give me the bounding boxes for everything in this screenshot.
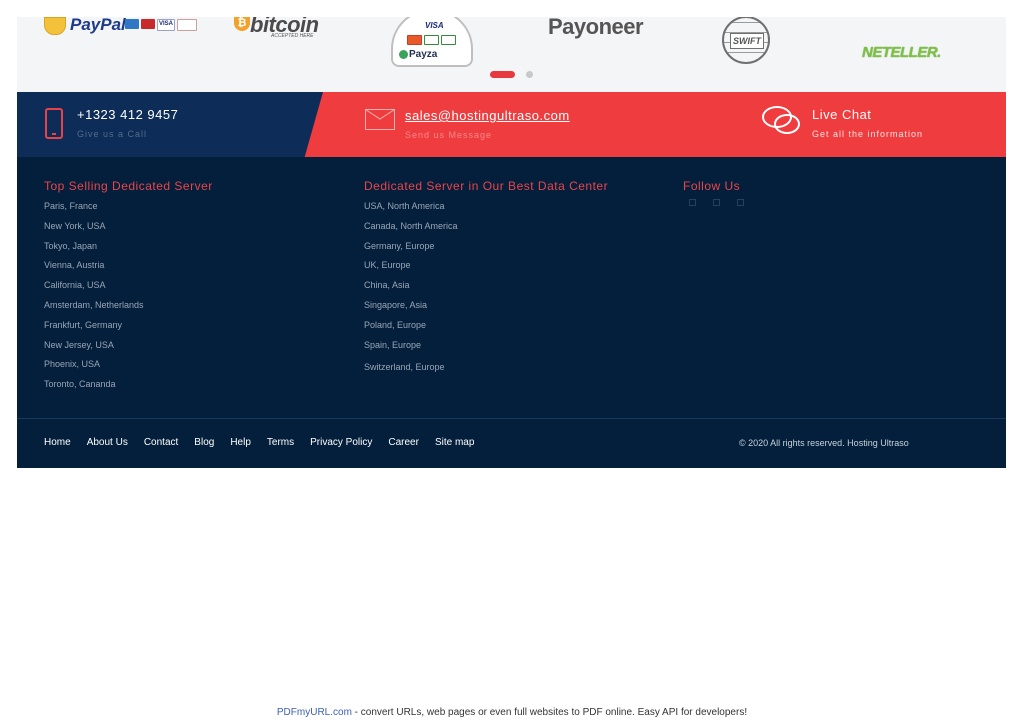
pdfmyurl-link[interactable]: PDFmyURL.com <box>277 707 352 718</box>
footer-link[interactable]: Vienna, Austria <box>44 258 213 278</box>
carousel-dot[interactable] <box>526 71 533 78</box>
neteller-logo: NETELLER. <box>862 44 941 61</box>
footer-divider <box>17 418 1006 419</box>
discover-card-icon <box>177 19 197 31</box>
bitcoin-sub: ACCEPTED HERE <box>271 33 314 39</box>
payza-label: Payza <box>409 49 438 60</box>
paypal-coin-icon <box>44 17 66 35</box>
footer-column-data-center: Dedicated Server in Our Best Data Center… <box>364 179 608 380</box>
copyright-text: © 2020 All rights reserved. Hosting Ultr… <box>739 438 909 448</box>
phone-subtitle: Give us a Call <box>77 129 148 139</box>
footer-link[interactable]: Amsterdam, Netherlands <box>44 298 213 318</box>
pdf-footer-bar: PDFmyURL.com - convert URLs, web pages o… <box>0 707 1024 718</box>
payza-logo: VISA Payza <box>391 17 473 67</box>
paypal-logo: PayPal <box>70 17 126 34</box>
column-title: Top Selling Dedicated Server <box>44 179 213 193</box>
mail-icon <box>365 109 395 130</box>
mini-card-icon <box>407 35 422 45</box>
footer-link[interactable]: Paris, France <box>44 199 213 219</box>
footer-link[interactable]: Phoenix, USA <box>44 357 213 377</box>
footer-link[interactable]: New York, USA <box>44 219 213 239</box>
footer-link[interactable]: Tokyo, Japan <box>44 239 213 259</box>
payza-dot-icon <box>399 50 408 59</box>
phone-number[interactable]: +1323 412 9457 <box>77 107 178 122</box>
social-icons <box>683 199 744 206</box>
footer-link[interactable]: USA, North America <box>364 199 608 219</box>
live-chat-link[interactable]: Live Chat <box>812 107 871 122</box>
payza-card-row <box>407 35 456 45</box>
swift-label: SWIFT <box>730 33 764 49</box>
mini-card-icon <box>424 35 439 45</box>
bitcoin-icon: ₿ <box>234 17 250 31</box>
footer-link[interactable]: Switzerland, Europe <box>364 360 608 380</box>
footer-link[interactable]: New Jersey, USA <box>44 338 213 358</box>
mastercard-icon <box>141 19 155 29</box>
carousel-dots <box>490 71 533 78</box>
visa-card-icon: VISA <box>157 19 175 31</box>
footer-link[interactable]: China, Asia <box>364 278 608 298</box>
payoneer-logo: Payoneer <box>548 17 644 39</box>
payment-logos-carousel: PayPal VISA ₿ bitcoin ACCEPTED HERE VISA… <box>17 17 1006 92</box>
swift-globe-icon: SWIFT <box>722 17 770 64</box>
column-title: Follow Us <box>683 179 741 193</box>
footer-column-follow: Follow Us <box>683 179 744 206</box>
footer-link[interactable]: Singapore, Asia <box>364 298 608 318</box>
footer-link[interactable]: Germany, Europe <box>364 239 608 259</box>
column-title: Dedicated Server in Our Best Data Center <box>364 179 609 193</box>
footer-link[interactable]: California, USA <box>44 278 213 298</box>
footer-link[interactable]: UK, Europe <box>364 258 608 278</box>
card-icons: VISA <box>125 19 197 31</box>
site-footer: Top Selling Dedicated Server Paris, Fran… <box>17 157 1006 468</box>
chat-bubble-icon-2 <box>774 114 800 134</box>
mini-card-icon <box>441 35 456 45</box>
twitter-icon[interactable] <box>713 199 720 206</box>
nav-terms[interactable]: Terms <box>267 437 294 448</box>
amex-card-icon <box>125 19 139 29</box>
footer-nav: Home About Us Contact Blog Help Terms Pr… <box>44 437 474 448</box>
footer-column-top-selling: Top Selling Dedicated Server Paris, Fran… <box>44 179 213 397</box>
contact-band: +1323 412 9457 Give us a Call sales@host… <box>17 92 1006 157</box>
nav-blog[interactable]: Blog <box>194 437 214 448</box>
nav-home[interactable]: Home <box>44 437 71 448</box>
page-wrapper: PayPal VISA ₿ bitcoin ACCEPTED HERE VISA… <box>17 17 1006 468</box>
footer-link[interactable]: Poland, Europe <box>364 318 608 338</box>
footer-link[interactable]: Toronto, Cananda <box>44 377 213 397</box>
footer-link[interactable]: Canada, North America <box>364 219 608 239</box>
email-subtitle: Send us Message <box>405 130 493 140</box>
nav-site-map[interactable]: Site map <box>435 437 474 448</box>
nav-about-us[interactable]: About Us <box>87 437 128 448</box>
nav-help[interactable]: Help <box>230 437 251 448</box>
linkedin-icon[interactable] <box>737 199 744 206</box>
pdf-footer-text: - convert URLs, web pages or even full w… <box>351 707 748 718</box>
phone-icon <box>45 108 63 139</box>
email-link[interactable]: sales@hostingultraso.com <box>405 108 570 123</box>
live-chat-subtitle: Get all the information <box>812 129 924 139</box>
facebook-icon[interactable] <box>689 199 696 206</box>
payza-visa: VISA <box>425 21 444 30</box>
nav-privacy-policy[interactable]: Privacy Policy <box>310 437 372 448</box>
nav-contact[interactable]: Contact <box>144 437 178 448</box>
nav-career[interactable]: Career <box>388 437 419 448</box>
footer-link[interactable]: Frankfurt, Germany <box>44 318 213 338</box>
footer-link[interactable]: Spain, Europe <box>364 338 608 358</box>
carousel-dot-active[interactable] <box>490 71 515 78</box>
